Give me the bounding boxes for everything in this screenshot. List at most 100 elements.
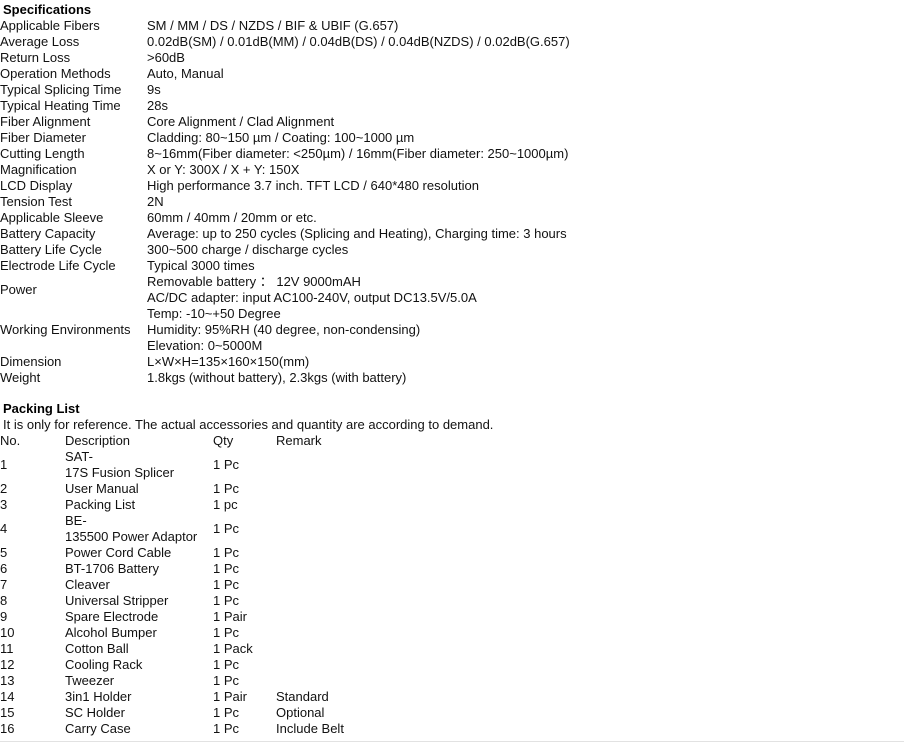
cell-qty: 1 Pc — [213, 673, 276, 689]
cell-remark — [276, 545, 904, 561]
spec-value-line: 28s — [147, 98, 168, 113]
cell-no: 4 — [0, 513, 65, 545]
spec-label: Return Loss — [0, 50, 71, 65]
column-header-qty: Qty — [213, 433, 234, 448]
spec-label: Typical Heating Time — [0, 98, 121, 113]
cell-description-text: SC Holder — [65, 705, 125, 720]
cell-description-text: SAT- 17S Fusion Splicer — [65, 449, 175, 480]
table-row: 2 User Manual 1 Pc — [0, 481, 904, 497]
cell-remark — [276, 449, 904, 481]
cell-description: Packing List — [65, 497, 213, 513]
spec-label: Typical Splicing Time — [0, 82, 122, 97]
cell-description: Spare Electrode — [65, 609, 213, 625]
cell-description-text: Alcohol Bumper — [65, 625, 157, 640]
cell-description: Cotton Ball — [65, 641, 213, 657]
cell-remark — [276, 641, 904, 657]
spec-value-line: Auto, Manual — [147, 66, 224, 81]
cell-remark — [276, 673, 904, 689]
spec-row: Fiber Diameter Cladding: 80~150 µm / Coat… — [0, 130, 904, 146]
spec-value: High performance 3.7 inch. TFT LCD / 640… — [147, 178, 904, 194]
spec-row: Weight 1.8kgs (without battery), 2.3kgs (… — [0, 370, 904, 386]
spec-label: Cutting Length — [0, 146, 85, 161]
cell-description-text: Spare Electrode — [65, 609, 159, 624]
specifications-table-body: Applicable Fibers SM / MM / DS / NZDS / B… — [0, 18, 904, 386]
spec-label: Weight — [0, 370, 41, 385]
bottom-divider — [0, 741, 904, 742]
spec-row: Fiber Alignment Core Alignment / Clad Ali… — [0, 114, 904, 130]
spec-value: 60mm / 40mm / 20mm or etc. — [147, 210, 904, 226]
cell-qty: 1 Pc — [213, 721, 276, 737]
cell-remark — [276, 593, 904, 609]
spec-row: Dimension L×W×H=135×160×150(mm) — [0, 354, 904, 370]
table-row: 11 Cotton Ball 1 Pack — [0, 641, 904, 657]
cell-qty-text: 1 Pc — [213, 593, 240, 608]
cell-no: 14 — [0, 689, 65, 705]
table-row: 7 Cleaver 1 Pc — [0, 577, 904, 593]
cell-qty: 1 Pc — [213, 705, 276, 721]
cell-qty-text: 1 Pc — [213, 625, 240, 640]
spec-value: L×W×H=135×160×150(mm) — [147, 354, 904, 370]
cell-remark — [276, 513, 904, 545]
cell-description: User Manual — [65, 481, 213, 497]
spec-label: Battery Capacity — [0, 226, 96, 241]
spec-value: SM / MM / DS / NZDS / BIF & UBIF (G.657) — [147, 18, 904, 34]
table-row: 6 BT-1706 Battery 1 Pc — [0, 561, 904, 577]
cell-remark — [276, 497, 904, 513]
spec-row: Battery Capacity Average: up to 250 cycle… — [0, 226, 904, 242]
cell-description-text: User Manual — [65, 481, 139, 496]
packing-list-heading: Packing List — [3, 401, 80, 416]
table-header-row: No. Description Qty Remark — [0, 433, 904, 449]
cell-description: SC Holder — [65, 705, 213, 721]
spec-value: 8~16mm(Fiber diameter: <250µm) / 16mm(Fi… — [147, 146, 904, 162]
cell-description-text: BT-1706 Battery — [65, 561, 159, 576]
cell-qty: 1 Pc — [213, 657, 276, 673]
cell-qty-text: 1 Pair — [213, 689, 247, 704]
cell-no: 13 — [0, 673, 65, 689]
cell-description: Cleaver — [65, 577, 213, 593]
spec-row: Cutting Length 8~16mm(Fiber diameter: <25… — [0, 146, 904, 162]
spec-row: Applicable Sleeve 60mm / 40mm / 20mm or e… — [0, 210, 904, 226]
column-header-description: Description — [65, 433, 131, 448]
cell-no-text: 16 — [0, 721, 15, 736]
spec-label: Power — [0, 282, 37, 297]
spec-value: 300~500 charge / discharge cycles — [147, 242, 904, 258]
cell-no-text: 8 — [0, 593, 8, 608]
cell-qty: 1 Pack — [213, 641, 276, 657]
spec-value-line: 1.8kgs (without battery), 2.3kgs (with b… — [147, 370, 407, 385]
cell-description: Tweezer — [65, 673, 213, 689]
cell-qty-text: 1 Pair — [213, 609, 247, 624]
cell-description: 3in1 Holder — [65, 689, 213, 705]
cell-no-text: 15 — [0, 705, 15, 720]
spec-value: 9s — [147, 82, 904, 98]
spec-value-line: Core Alignment / Clad Alignment — [147, 114, 335, 129]
spec-label: Electrode Life Cycle — [0, 258, 116, 273]
spec-value: Cladding: 80~150 µm / Coating: 100~1000 … — [147, 130, 904, 146]
cell-no: 16 — [0, 721, 65, 737]
spec-value-line: AC/DC adapter: input AC100-240V, output … — [147, 290, 477, 305]
spec-value-line: 9s — [147, 82, 161, 97]
spec-row: Working Environments Temp: -10~+50 Degree… — [0, 306, 904, 354]
packing-list-table-head: No. Description Qty Remark — [0, 433, 904, 449]
cell-no-text: 6 — [0, 561, 8, 576]
table-row: 16 Carry Case 1 Pc Include Belt — [0, 721, 904, 737]
cell-no: 2 — [0, 481, 65, 497]
cell-remark — [276, 657, 904, 673]
cell-description: BE- 135500 Power Adaptor — [65, 513, 213, 545]
cell-qty-text: 1 Pc — [213, 561, 240, 576]
spec-label: Average Loss — [0, 34, 80, 49]
spec-row: Typical Heating Time 28s — [0, 98, 904, 114]
cell-no: 7 — [0, 577, 65, 593]
cell-description: Universal Stripper — [65, 593, 213, 609]
cell-remark — [276, 481, 904, 497]
cell-qty-text: 1 Pc — [213, 721, 240, 736]
spec-row: Magnification X or Y: 300X / X + Y: 150X — [0, 162, 904, 178]
cell-qty-text: 1 Pc — [213, 657, 240, 672]
cell-qty-text: 1 pc — [213, 497, 238, 512]
spec-value-line: 300~500 charge / discharge cycles — [147, 242, 349, 257]
cell-description-text: 3in1 Holder — [65, 689, 132, 704]
table-row: 13 Tweezer 1 Pc — [0, 673, 904, 689]
spec-label: Applicable Sleeve — [0, 210, 104, 225]
column-header-remark: Remark — [276, 433, 322, 448]
cell-no: 9 — [0, 609, 65, 625]
spec-value-line: Average: up to 250 cycles (Splicing and … — [147, 226, 567, 241]
